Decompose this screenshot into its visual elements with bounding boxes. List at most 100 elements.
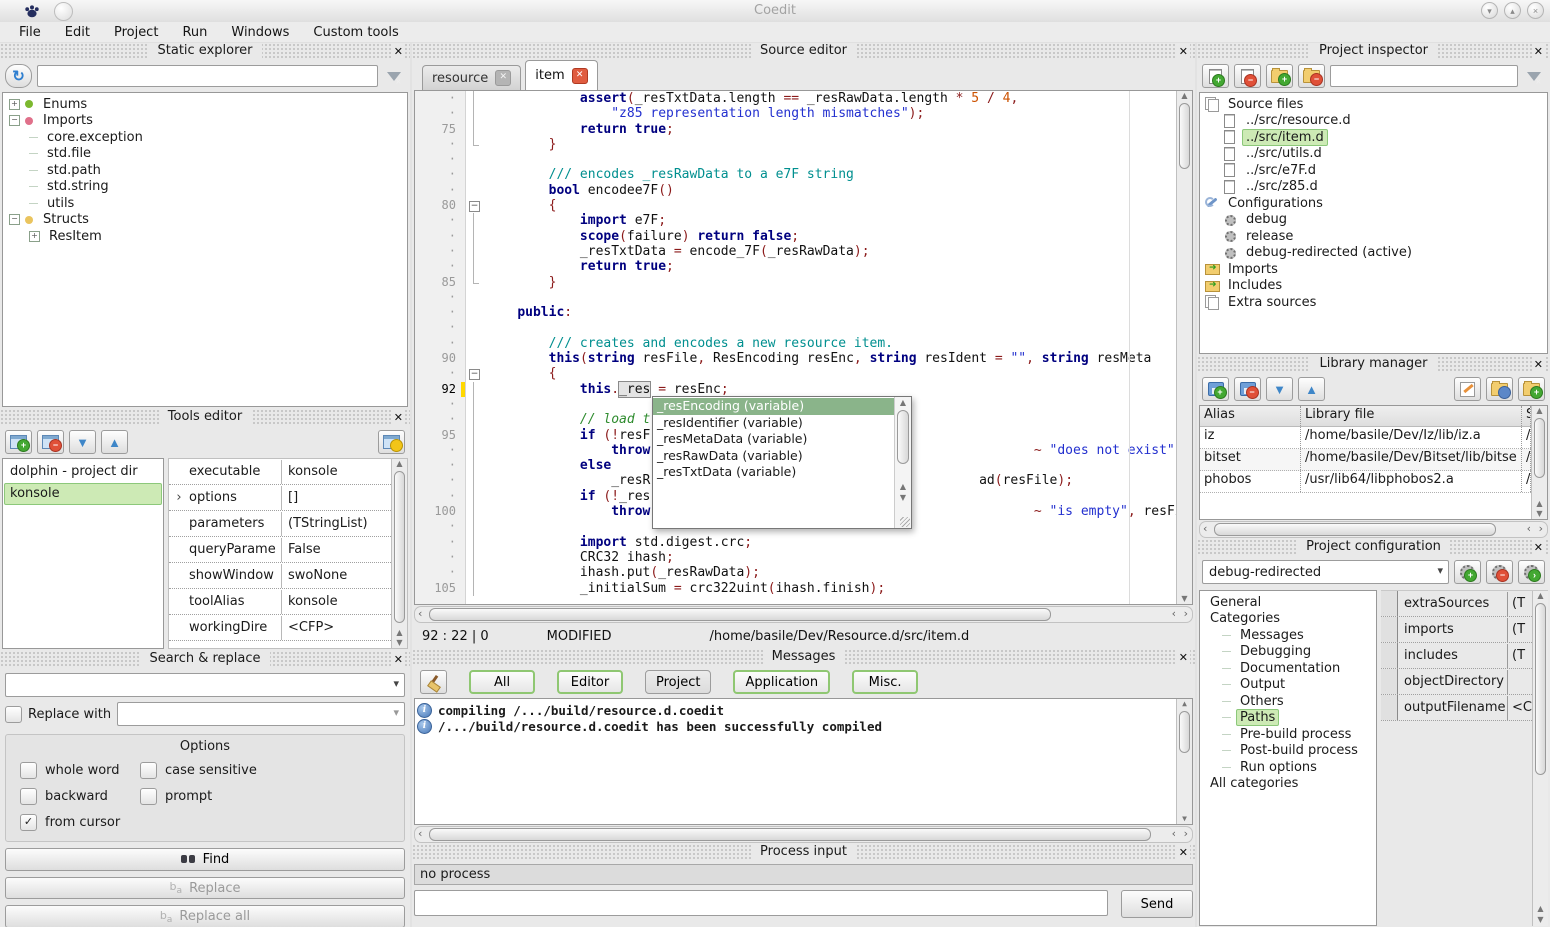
tab-item[interactable]: item✕ bbox=[525, 60, 597, 90]
replace-all-button[interactable]: baReplace all bbox=[5, 905, 405, 927]
scroll-left-icon[interactable]: ‹ bbox=[418, 827, 422, 840]
scroll-up-icon[interactable]: ▲ bbox=[1533, 591, 1548, 601]
property-row[interactable]: executablekonsole bbox=[169, 459, 391, 485]
project-tree-item[interactable]: debug bbox=[1200, 212, 1547, 229]
add-tool-button[interactable]: + bbox=[5, 430, 32, 454]
library-from-project-button[interactable] bbox=[1486, 377, 1513, 401]
move-library-down-button[interactable] bbox=[1266, 377, 1293, 401]
scroll-up-icon[interactable]: ▲ bbox=[1532, 406, 1547, 416]
execute-tool-button[interactable] bbox=[378, 430, 405, 454]
replace-combobox[interactable]: ▾ bbox=[117, 702, 405, 726]
filter-application[interactable]: Application bbox=[733, 670, 830, 694]
message-entry[interactable]: i/.../build/resource.d.coedit has been s… bbox=[417, 718, 1190, 734]
project-tree-item[interactable]: Configurations bbox=[1200, 195, 1547, 212]
tree-item[interactable]: +Enums bbox=[3, 96, 407, 113]
fold-collapse-icon[interactable] bbox=[466, 198, 481, 213]
project-tree-item[interactable]: Extra sources bbox=[1200, 294, 1547, 311]
tool-list-item[interactable]: konsole bbox=[4, 483, 162, 505]
tools-grid-scrollbar[interactable]: ▲ ▲ ▼ bbox=[391, 459, 407, 648]
library-hscrollbar[interactable]: ‹ ‹ › bbox=[1199, 521, 1548, 538]
menu-project[interactable]: Project bbox=[103, 23, 169, 42]
scroll-up-icon[interactable]: ▲ bbox=[392, 459, 407, 469]
library-row[interactable]: phobos/usr/lib64/libphobos2.a/us bbox=[1200, 471, 1531, 493]
close-panel-icon[interactable]: ✕ bbox=[1177, 845, 1190, 861]
clear-filter-icon[interactable] bbox=[1527, 72, 1541, 81]
move-tool-up-button[interactable] bbox=[101, 430, 128, 454]
category-item[interactable]: Others bbox=[1200, 693, 1376, 710]
code-line[interactable]: return true; bbox=[486, 259, 1176, 274]
project-tree-item[interactable]: ../src/z85.d bbox=[1200, 179, 1547, 196]
add-config-button[interactable]: + bbox=[1454, 560, 1481, 584]
tree-item[interactable]: std.file bbox=[3, 146, 407, 163]
editor-fold-margin[interactable] bbox=[466, 91, 481, 604]
scroll-right-icon[interactable]: › bbox=[1184, 827, 1188, 840]
remove-folder-button[interactable]: − bbox=[1298, 64, 1325, 88]
configuration-vscrollbar[interactable]: ▲ ▲ ▼ bbox=[1532, 591, 1548, 926]
config-property-row[interactable]: imports(T bbox=[1381, 617, 1532, 643]
scroll-left-icon[interactable]: ‹ bbox=[1172, 827, 1176, 840]
code-line[interactable]: import e7F; bbox=[486, 213, 1176, 228]
symbol-filter-input[interactable] bbox=[37, 65, 378, 87]
checkbox-backward[interactable] bbox=[20, 788, 37, 805]
move-library-up-button[interactable] bbox=[1298, 377, 1325, 401]
message-entry[interactable]: icompiling /.../build/resource.d.coedit bbox=[417, 702, 1190, 718]
scroll-down-icon[interactable]: ▼ bbox=[392, 638, 407, 648]
code-line[interactable] bbox=[486, 320, 1176, 335]
code-line[interactable]: { bbox=[486, 366, 1176, 381]
completion-item[interactable]: _resMetaData (variable) bbox=[653, 431, 894, 448]
code-line[interactable]: assert(_resTxtData.length == _resRawData… bbox=[486, 91, 1176, 106]
tree-item[interactable]: core.exception bbox=[3, 129, 407, 146]
expander-icon[interactable]: − bbox=[9, 214, 20, 225]
close-panel-icon[interactable]: ✕ bbox=[392, 410, 405, 426]
scroll-down-icon[interactable]: ▼ bbox=[895, 493, 911, 503]
scroll-down-icon[interactable]: ▼ bbox=[1177, 594, 1192, 604]
code-line[interactable]: { bbox=[486, 198, 1176, 213]
code-line[interactable]: "z85 representation length mismatches"); bbox=[486, 106, 1176, 121]
add-folder-button[interactable]: + bbox=[1266, 64, 1293, 88]
close-tab-icon[interactable]: ✕ bbox=[572, 68, 588, 84]
close-panel-icon[interactable]: ✕ bbox=[1532, 44, 1545, 60]
category-item[interactable]: Output bbox=[1200, 677, 1376, 694]
category-item[interactable]: Messages bbox=[1200, 627, 1376, 644]
category-item[interactable]: Paths bbox=[1200, 710, 1376, 727]
clear-messages-button[interactable] bbox=[420, 670, 447, 694]
code-line[interactable]: this._res = resEnc; bbox=[486, 382, 1176, 397]
property-row[interactable]: toolAliaskonsole bbox=[169, 589, 391, 615]
project-tree-item[interactable]: Source files bbox=[1200, 96, 1547, 113]
category-item[interactable]: All categories bbox=[1200, 776, 1376, 793]
code-line[interactable]: CRC32 ihash; bbox=[486, 550, 1176, 565]
property-row[interactable]: queryParameFalse bbox=[169, 537, 391, 563]
scroll-up-icon[interactable]: ▲ bbox=[1177, 91, 1192, 101]
expander-icon[interactable]: − bbox=[9, 115, 20, 126]
remove-config-button[interactable]: − bbox=[1486, 560, 1513, 584]
resize-grip[interactable] bbox=[900, 517, 910, 527]
code-line[interactable]: /// creates and encodes a new resource i… bbox=[486, 336, 1176, 351]
send-button[interactable]: Send bbox=[1121, 890, 1193, 918]
tree-item[interactable]: std.string bbox=[3, 179, 407, 196]
code-editor[interactable]: ··75····80····85····90·92··95····100····… bbox=[414, 90, 1193, 605]
add-library-folder-button[interactable]: + bbox=[1518, 377, 1545, 401]
project-tree-item[interactable]: ../src/resource.d bbox=[1200, 113, 1547, 130]
category-item[interactable]: General bbox=[1200, 594, 1376, 611]
category-item[interactable]: Pre-build process bbox=[1200, 726, 1376, 743]
remove-tool-button[interactable]: − bbox=[37, 430, 64, 454]
tree-item[interactable]: std.path bbox=[3, 162, 407, 179]
remove-file-button[interactable]: − bbox=[1234, 64, 1261, 88]
category-item[interactable]: Documentation bbox=[1200, 660, 1376, 677]
close-panel-icon[interactable]: ✕ bbox=[1532, 540, 1545, 556]
messages-list[interactable]: icompiling /.../build/resource.d.coediti… bbox=[414, 698, 1193, 825]
maximize-icon[interactable]: ▴ bbox=[1504, 2, 1521, 19]
completion-item[interactable]: _resRawData (variable) bbox=[653, 448, 894, 465]
category-item[interactable]: Run options bbox=[1200, 759, 1376, 776]
refresh-button[interactable] bbox=[5, 64, 32, 88]
project-tree-item[interactable]: ../src/e7F.d bbox=[1200, 162, 1547, 179]
add-file-button[interactable]: + bbox=[1202, 64, 1229, 88]
scroll-down-icon[interactable]: ▼ bbox=[1532, 509, 1547, 519]
code-line[interactable]: ihash.put(_resRawData); bbox=[486, 565, 1176, 580]
titlebar-menu-button[interactable] bbox=[54, 2, 73, 21]
edit-library-button[interactable] bbox=[1454, 377, 1481, 401]
filter-misc[interactable]: Misc. bbox=[852, 670, 918, 694]
replace-with-checkbox[interactable] bbox=[5, 706, 22, 723]
checkbox-from-cursor[interactable]: ✓ bbox=[20, 814, 37, 831]
tree-item[interactable]: +ResItem bbox=[3, 228, 407, 245]
